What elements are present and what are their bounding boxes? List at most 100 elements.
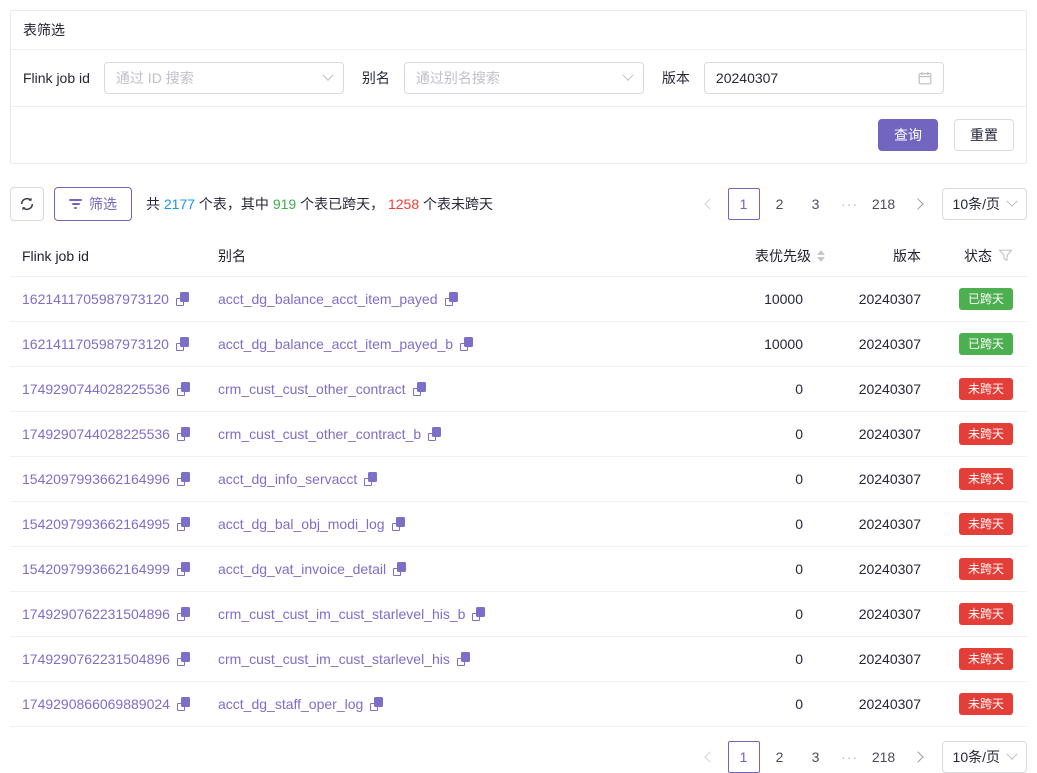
cell-alias: crm_cust_cust_other_contract (218, 381, 709, 397)
query-button[interactable]: 查询 (878, 119, 938, 151)
flink-job-id-link[interactable]: 1542097993662164999 (22, 561, 170, 577)
alias-link[interactable]: acct_dg_balance_acct_item_payed (218, 291, 438, 307)
filter-button[interactable]: 筛选 (54, 187, 132, 221)
flink-job-id-placeholder: 通过 ID 搜索 (116, 68, 324, 88)
copy-icon[interactable] (472, 607, 485, 621)
pagination-page-3[interactable]: 3 (800, 188, 832, 220)
cell-version: 20240307 (825, 561, 921, 577)
pagination-page-1[interactable]: 1 (728, 741, 760, 773)
flink-job-id-link[interactable]: 1542097993662164996 (22, 471, 170, 487)
refresh-button[interactable] (10, 187, 44, 221)
cell-alias: acct_dg_balance_acct_item_payed (218, 291, 709, 307)
copy-icon[interactable] (176, 337, 189, 351)
flink-job-id-link[interactable]: 1749290744028225536 (22, 426, 170, 442)
flink-job-id-select[interactable]: 通过 ID 搜索 (104, 62, 344, 94)
chevron-left-icon (704, 751, 715, 762)
alias-link[interactable]: acct_dg_staff_oper_log (218, 696, 363, 712)
version-label: 版本 (662, 68, 690, 88)
flink-job-id-link[interactable]: 1749290744028225536 (22, 381, 170, 397)
alias-link[interactable]: crm_cust_cust_im_cust_starlevel_his (218, 651, 450, 667)
status-badge: 未跨天 (959, 558, 1013, 580)
pagination-page-last[interactable]: 218 (868, 188, 900, 220)
version-date-input[interactable]: 20240307 (704, 62, 944, 94)
alias-link[interactable]: acct_dg_bal_obj_modi_log (218, 516, 385, 532)
table-row: 1542097993662164995 acct_dg_bal_obj_modi… (10, 502, 1027, 547)
pagination-prev[interactable] (696, 741, 724, 773)
copy-icon[interactable] (457, 652, 470, 666)
flink-job-id-link[interactable]: 1749290762231504896 (22, 606, 170, 622)
reset-button[interactable]: 重置 (954, 119, 1014, 151)
column-header-priority[interactable]: 表优先级 (709, 246, 825, 266)
page-size-value: 10条/页 (953, 747, 1000, 767)
copy-icon[interactable] (392, 517, 405, 531)
cell-status: 未跨天 (921, 603, 1013, 625)
flink-job-id-link[interactable]: 1621411705987973120 (22, 336, 169, 352)
cell-status: 未跨天 (921, 693, 1013, 715)
copy-icon[interactable] (177, 427, 190, 441)
cell-priority: 0 (709, 381, 825, 397)
chevron-down-icon (1006, 749, 1017, 760)
version-date-value: 20240307 (716, 70, 918, 86)
alias-link[interactable]: crm_cust_cust_other_contract (218, 381, 406, 397)
table-row: 1749290744028225536 crm_cust_cust_other_… (10, 412, 1027, 457)
cell-version: 20240307 (825, 426, 921, 442)
toolbar: 筛选 共 2177 个表，其中 919 个表已跨天， 1258 个表未跨天 1 … (10, 187, 1027, 221)
cell-version: 20240307 (825, 606, 921, 622)
copy-icon[interactable] (413, 382, 426, 396)
table-row: 1749290866069889024 acct_dg_staff_oper_l… (10, 682, 1027, 727)
pagination-page-3[interactable]: 3 (800, 741, 832, 773)
cell-flink-job-id: 1542097993662164996 (22, 471, 218, 487)
copy-icon[interactable] (177, 652, 190, 666)
sort-icon[interactable] (817, 250, 825, 262)
flink-job-id-link[interactable]: 1749290762231504896 (22, 651, 170, 667)
flink-job-id-link[interactable]: 1621411705987973120 (22, 291, 169, 307)
page-size-select[interactable]: 10条/页 (942, 741, 1027, 773)
pagination-next[interactable] (904, 741, 932, 773)
copy-icon[interactable] (177, 607, 190, 621)
cell-version: 20240307 (825, 696, 921, 712)
flink-job-id-link[interactable]: 1542097993662164995 (22, 516, 170, 532)
alias-link[interactable]: crm_cust_cust_im_cust_starlevel_his_b (218, 606, 465, 622)
copy-icon[interactable] (176, 292, 189, 306)
column-header-flink-job-id: Flink job id (22, 248, 218, 264)
bottom-bar: 1 2 3 ··· 218 10条/页 (10, 741, 1027, 773)
alias-link[interactable]: crm_cust_cust_other_contract_b (218, 426, 421, 442)
pagination-next[interactable] (904, 188, 932, 220)
page-size-select[interactable]: 10条/页 (942, 188, 1027, 220)
cell-alias: acct_dg_staff_oper_log (218, 696, 709, 712)
copy-icon[interactable] (177, 562, 190, 576)
cell-version: 20240307 (825, 471, 921, 487)
copy-icon[interactable] (177, 517, 190, 531)
cell-status: 已跨天 (921, 288, 1013, 310)
pagination-ellipsis[interactable]: ··· (836, 749, 864, 765)
alias-select[interactable]: 通过别名搜索 (404, 62, 644, 94)
filter-actions-row: 查询 重置 (11, 107, 1026, 163)
filter-fields-row: Flink job id 通过 ID 搜索 别名 通过别名搜索 版本 20240… (11, 50, 1026, 107)
copy-icon[interactable] (370, 697, 383, 711)
cell-flink-job-id: 1542097993662164999 (22, 561, 218, 577)
table-row: 1621411705987973120 acct_dg_balance_acct… (10, 277, 1027, 322)
copy-icon[interactable] (177, 382, 190, 396)
copy-icon[interactable] (393, 562, 406, 576)
pagination-page-2[interactable]: 2 (764, 188, 796, 220)
alias-link[interactable]: acct_dg_info_servacct (218, 471, 357, 487)
alias-link[interactable]: acct_dg_balance_acct_item_payed_b (218, 336, 453, 352)
copy-icon[interactable] (177, 697, 190, 711)
copy-icon[interactable] (460, 337, 473, 351)
chevron-right-icon (912, 198, 923, 209)
copy-icon[interactable] (428, 427, 441, 441)
copy-icon[interactable] (364, 472, 377, 486)
copy-icon[interactable] (445, 292, 458, 306)
field-flink-job-id: Flink job id 通过 ID 搜索 (23, 62, 344, 94)
column-filter-icon[interactable] (998, 249, 1013, 262)
pagination-page-1[interactable]: 1 (728, 188, 760, 220)
alias-link[interactable]: acct_dg_vat_invoice_detail (218, 561, 386, 577)
copy-icon[interactable] (177, 472, 190, 486)
pagination-ellipsis[interactable]: ··· (836, 196, 864, 212)
pagination-page-last[interactable]: 218 (868, 741, 900, 773)
pagination-prev[interactable] (696, 188, 724, 220)
cell-priority: 0 (709, 561, 825, 577)
pagination-page-2[interactable]: 2 (764, 741, 796, 773)
filter-icon (69, 199, 82, 209)
flink-job-id-link[interactable]: 1749290866069889024 (22, 696, 170, 712)
